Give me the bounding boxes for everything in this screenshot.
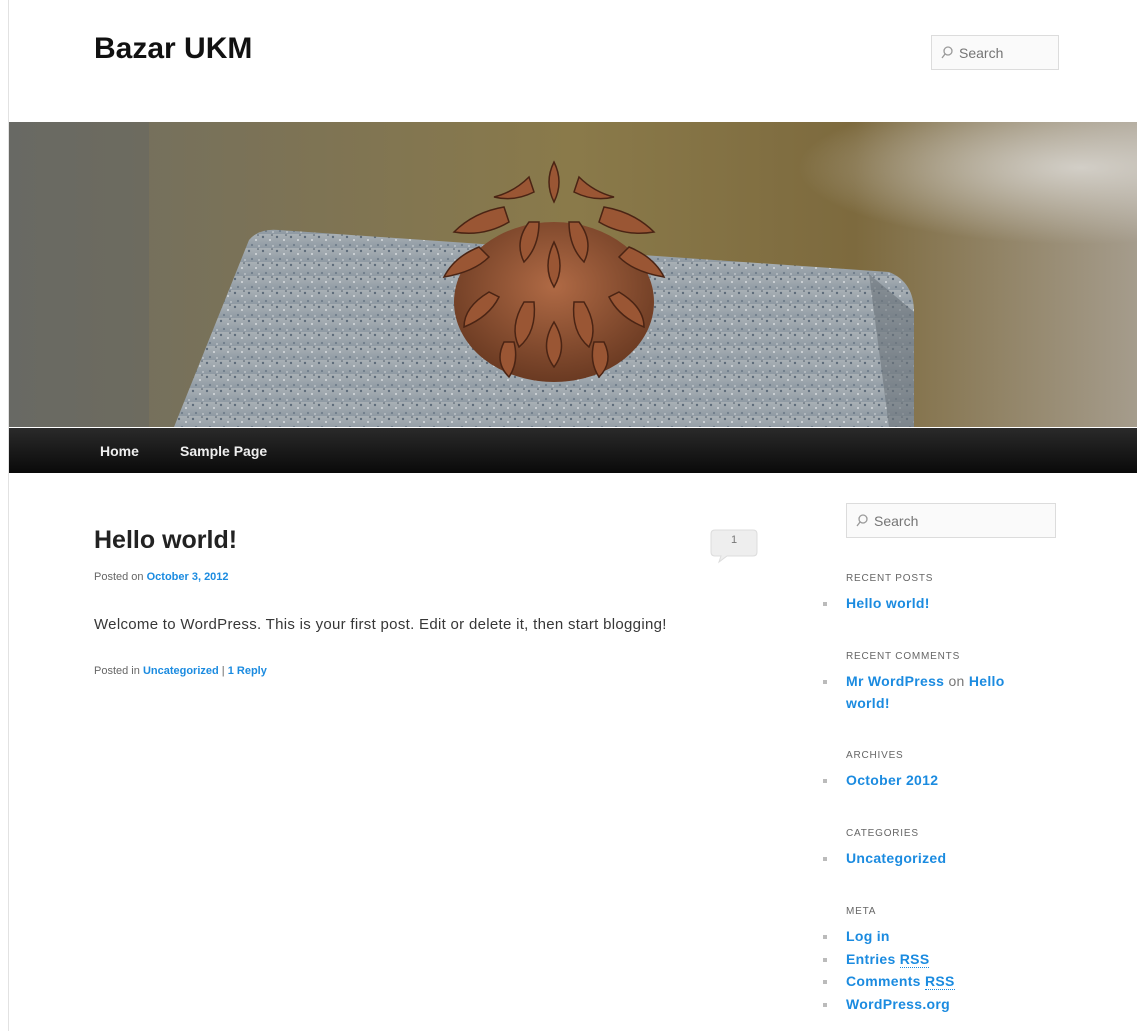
rss-abbr: RSS: [899, 950, 930, 968]
post-content: Welcome to WordPress. This is your first…: [94, 616, 667, 633]
main-navigation: Home Sample Page: [9, 428, 1137, 473]
comments-label: Comments: [846, 973, 921, 989]
list-item: Log in: [820, 925, 955, 948]
list-item: Entries RSS: [820, 948, 955, 971]
sidebar-search-input[interactable]: [874, 512, 1055, 529]
comments-rss-link[interactable]: Comments RSS: [846, 973, 955, 990]
header-image-pinecone: [9, 122, 1137, 427]
widget-title-meta: META: [846, 906, 877, 917]
archive-link[interactable]: October 2012: [846, 772, 938, 788]
comment-post-link-line2: world!: [846, 695, 890, 711]
post-date-link[interactable]: October 3, 2012: [147, 571, 229, 583]
meta-separator: |: [221, 665, 225, 677]
recent-comments-list: Mr WordPress on Hello world!: [820, 670, 1005, 714]
entries-label: Entries: [846, 950, 896, 967]
widget-title-recent-posts: RECENT POSTS: [846, 573, 934, 584]
posted-on-label: Posted on: [94, 571, 144, 583]
meta-list: Log in Entries RSS Comments RSS WordPres…: [820, 925, 955, 1015]
recent-post-link[interactable]: Hello world!: [846, 595, 930, 611]
log-in-link[interactable]: Log in: [846, 928, 890, 944]
search-icon: [941, 46, 953, 59]
list-item: Comments RSS: [820, 970, 955, 993]
list-item: WordPress.org: [820, 993, 955, 1016]
nav-item-sample-page[interactable]: Sample Page: [180, 443, 267, 459]
sidebar-search-box[interactable]: [846, 503, 1056, 538]
list-item: Mr WordPress on Hello world!: [820, 670, 1005, 714]
post-footer-meta: Posted in Uncategorized | 1 Reply: [94, 665, 267, 677]
entries-rss-link[interactable]: Entries RSS: [846, 950, 930, 968]
reply-link[interactable]: 1 Reply: [228, 665, 267, 677]
archives-list: October 2012: [820, 769, 938, 791]
category-widget-link[interactable]: Uncategorized: [846, 850, 946, 866]
site-title[interactable]: Bazar UKM: [94, 32, 252, 66]
comment-count-bubble[interactable]: 1: [709, 528, 759, 564]
post-date-line: Posted on October 3, 2012: [94, 571, 229, 583]
nav-item-home[interactable]: Home: [100, 443, 139, 459]
wordpress-org-link[interactable]: WordPress.org: [846, 996, 950, 1012]
widget-title-recent-comments: RECENT COMMENTS: [846, 651, 961, 662]
search-icon: [856, 514, 868, 527]
post-title[interactable]: Hello world!: [94, 526, 237, 555]
list-item: Uncategorized: [820, 847, 946, 869]
comment-post-link-line1: Hello: [968, 673, 1005, 689]
header-search-input[interactable]: [959, 44, 1058, 61]
category-link[interactable]: Uncategorized: [143, 665, 219, 677]
recent-posts-list: Hello world!: [820, 592, 930, 614]
header-search-box[interactable]: [931, 35, 1059, 70]
categories-list: Uncategorized: [820, 847, 946, 869]
rss-abbr: RSS: [924, 973, 955, 990]
comment-on-text: on: [948, 673, 965, 689]
list-item: Hello world!: [820, 592, 930, 614]
comment-author-link[interactable]: Mr WordPress: [846, 673, 944, 689]
widget-title-categories: CATEGORIES: [846, 828, 919, 839]
posted-in-label: Posted in: [94, 665, 140, 677]
list-item: October 2012: [820, 769, 938, 791]
comment-count: 1: [730, 534, 738, 546]
widget-title-archives: ARCHIVES: [846, 750, 904, 761]
